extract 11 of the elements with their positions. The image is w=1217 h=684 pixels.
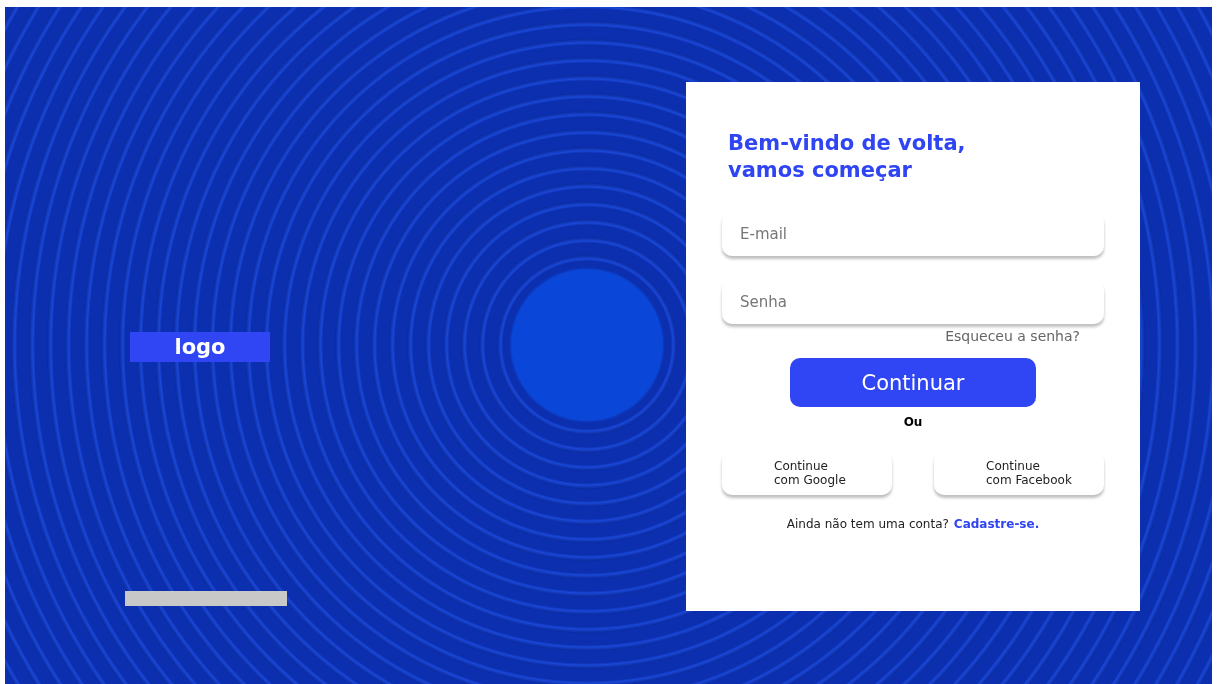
forgot-password-link[interactable]: Esqueceu a senha? (945, 328, 1080, 344)
signup-prompt: Ainda não tem uma conta? (786, 517, 949, 531)
login-title: Bem-vindo de volta, vamos começar (728, 130, 967, 184)
input-field[interactable]: Senha (722, 280, 1104, 324)
logo: logo (130, 332, 270, 362)
signup-link[interactable]: Cadastre-se. (953, 517, 1040, 531)
social-login-button[interactable]: Continue com Facebook (934, 451, 1104, 495)
continue-button[interactable]: Continuar (790, 358, 1036, 407)
or-divider-text: Ou (903, 415, 923, 429)
input-field[interactable]: E-mail (722, 212, 1104, 256)
social-login-button[interactable]: Continue com Google (722, 451, 892, 495)
